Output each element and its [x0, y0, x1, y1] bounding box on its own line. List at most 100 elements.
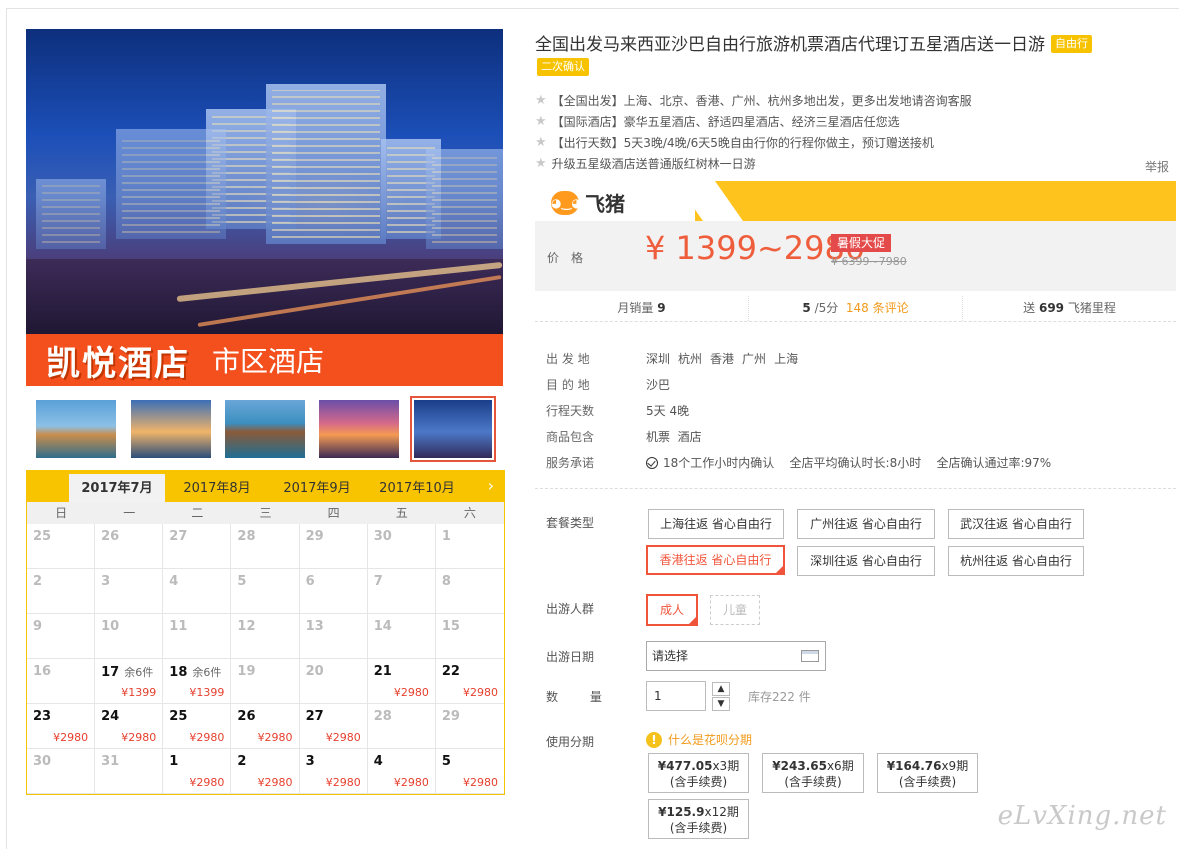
day-number: 26: [101, 529, 120, 544]
calendar-day[interactable]: 5 ¥2980: [435, 749, 504, 794]
calendar-day[interactable]: 17 余6件 ¥1399: [95, 659, 164, 704]
calendar-day: 27: [163, 524, 232, 569]
day-price: ¥2980: [257, 731, 293, 744]
calendar-day[interactable]: 3 ¥2980: [299, 749, 368, 794]
star-icon: ★: [535, 155, 547, 171]
installment-6[interactable]: ¥243.65x6期 (含手续费): [762, 753, 864, 793]
package-option-hongkong-selected[interactable]: 香港往返 省心自由行: [646, 545, 785, 575]
quantity-down-icon[interactable]: ▼: [712, 697, 730, 711]
day-price: ¥2980: [325, 731, 361, 744]
calendar-day: 15: [435, 614, 504, 659]
day-price: ¥2980: [393, 776, 429, 789]
package-option-wuhan[interactable]: 武汉往返 省心自由行: [948, 509, 1084, 539]
calendar-day[interactable]: 4 ¥2980: [367, 749, 436, 794]
check-circle-icon: [646, 456, 658, 469]
calendar-day[interactable]: 23 ¥2980: [27, 704, 96, 749]
day-number: 28: [237, 529, 256, 544]
thumbnail-2[interactable]: [131, 400, 211, 458]
day-number: 15: [441, 619, 460, 634]
calendar-day: 31: [95, 749, 164, 794]
star-icon: ★: [535, 134, 547, 150]
day-number: 27: [169, 529, 188, 544]
reviews-link[interactable]: 148 条评论: [846, 301, 909, 315]
calendar-day: 13: [299, 614, 368, 659]
day-price: ¥2980: [325, 776, 361, 789]
day-number: 19: [237, 664, 256, 679]
day-number: 26: [237, 709, 256, 724]
watermark: eLvXing.net: [997, 801, 1167, 831]
calendar-grid: 25 26 27 28 29 30 1 2 3 4 5 6 7 8 9 10 11 12 13 14 15 16 17 余6件…: [27, 524, 504, 794]
tab-month-sep[interactable]: 2017年9月: [269, 474, 365, 502]
calendar-day[interactable]: 1 ¥2980: [163, 749, 232, 794]
calendar-day: 30: [367, 524, 436, 569]
calendar-day[interactable]: 18 余6件 ¥1399: [163, 659, 232, 704]
calendar-day[interactable]: 25 ¥2980: [163, 704, 232, 749]
badge-free-travel: 自由行: [1051, 35, 1092, 53]
huabei-help-link[interactable]: ! 什么是花呗分期: [646, 731, 752, 748]
stats-row: 月销量 9 5 /5分 148 条评论 送 699 飞猪里程: [535, 296, 1176, 322]
day-number: 2: [33, 574, 43, 589]
installment-3[interactable]: ¥477.05x3期 (含手续费): [648, 753, 749, 793]
day-stock: 余6件: [192, 666, 222, 679]
calendar-day[interactable]: 27 ¥2980: [299, 704, 368, 749]
package-option-shanghai[interactable]: 上海往返 省心自由行: [648, 509, 784, 539]
people-option-adult-selected[interactable]: 成人: [646, 594, 698, 626]
date-label: 出游日期: [546, 650, 595, 664]
quantity-input[interactable]: 1: [646, 681, 706, 711]
calendar-day: 29: [299, 524, 368, 569]
day-number: 4: [169, 574, 179, 589]
installment-12[interactable]: ¥125.9x12期 (含手续费): [648, 799, 749, 839]
calendar-day: 16: [27, 659, 96, 704]
thumbnail-3[interactable]: [225, 400, 305, 458]
people-option-child[interactable]: 儿童: [710, 595, 760, 625]
day-number: 3: [101, 574, 111, 589]
calendar-day: 19: [231, 659, 300, 704]
package-option-shenzhen[interactable]: 深圳往返 省心自由行: [797, 546, 935, 576]
tab-month-aug[interactable]: 2017年8月: [169, 474, 265, 502]
calendar-day: 6: [299, 569, 368, 614]
product-info: 出 发 地 深圳 杭州 香港 广州 上海 目 的 地 沙巴 行程天数 5天 4晚 商品包…: [546, 345, 1059, 475]
calendar-day: 30: [27, 749, 96, 794]
report-link[interactable]: 举报: [1145, 158, 1169, 175]
tab-month-jul[interactable]: 2017年7月: [69, 474, 165, 502]
package-option-guangzhou[interactable]: 广州往返 省心自由行: [797, 509, 935, 539]
day-number: 16: [33, 664, 52, 679]
divider: [535, 488, 1176, 489]
day-number: 18: [169, 665, 188, 680]
calendar-day: 9: [27, 614, 96, 659]
calendar-day[interactable]: 21 ¥2980: [367, 659, 436, 704]
calendar-day[interactable]: 24 ¥2980: [95, 704, 164, 749]
weekday-label: 四: [327, 506, 340, 520]
weekday-label: 日: [55, 506, 68, 520]
calendar-day: 2: [27, 569, 96, 614]
thumbnail-1[interactable]: [36, 400, 116, 458]
calendar-day[interactable]: 22 ¥2980: [435, 659, 504, 704]
date-picker-input[interactable]: 请选择: [646, 641, 826, 671]
calendar-day: 8: [435, 569, 504, 614]
day-number: 4: [373, 754, 383, 769]
package-option-hangzhou[interactable]: 杭州往返 省心自由行: [948, 546, 1084, 576]
day-number: 30: [373, 529, 392, 544]
day-number: 22: [441, 664, 460, 679]
hotel-name: 凯悦酒店: [46, 343, 190, 384]
badge-second-confirm: 二次确认: [537, 58, 589, 76]
package-label: 套餐类型: [546, 516, 595, 530]
road: [26, 259, 503, 334]
chevron-right-icon[interactable]: ›: [488, 474, 494, 498]
calendar-icon[interactable]: [801, 650, 819, 662]
people-label: 出游人群: [546, 602, 595, 616]
day-price: ¥2980: [121, 731, 157, 744]
calendar-day[interactable]: 26 ¥2980: [231, 704, 300, 749]
thumbnail-5-selected[interactable]: [410, 396, 496, 462]
tab-month-oct[interactable]: 2017年10月: [367, 474, 467, 502]
quantity-up-icon[interactable]: ▲: [712, 682, 730, 696]
installment-9[interactable]: ¥164.76x9期 (含手续费): [877, 753, 978, 793]
day-number: 1: [169, 754, 179, 769]
hero-banner: 凯悦酒店 市区酒店: [26, 334, 503, 386]
feature-list: ★ 【全国出发】上海、北京、香港、广州、杭州多地出发，更多出发地请咨询客服 ★ 【国…: [535, 90, 972, 174]
info-row-promise: 服务承诺 18个工作小时内确认 全店平均确认时长:8小时 全店确认通过率:97%: [546, 455, 1052, 470]
installment-label: 使用分期: [546, 735, 595, 749]
day-number: 30: [33, 754, 52, 769]
thumbnail-4[interactable]: [319, 400, 399, 458]
calendar-day[interactable]: 2 ¥2980: [231, 749, 300, 794]
